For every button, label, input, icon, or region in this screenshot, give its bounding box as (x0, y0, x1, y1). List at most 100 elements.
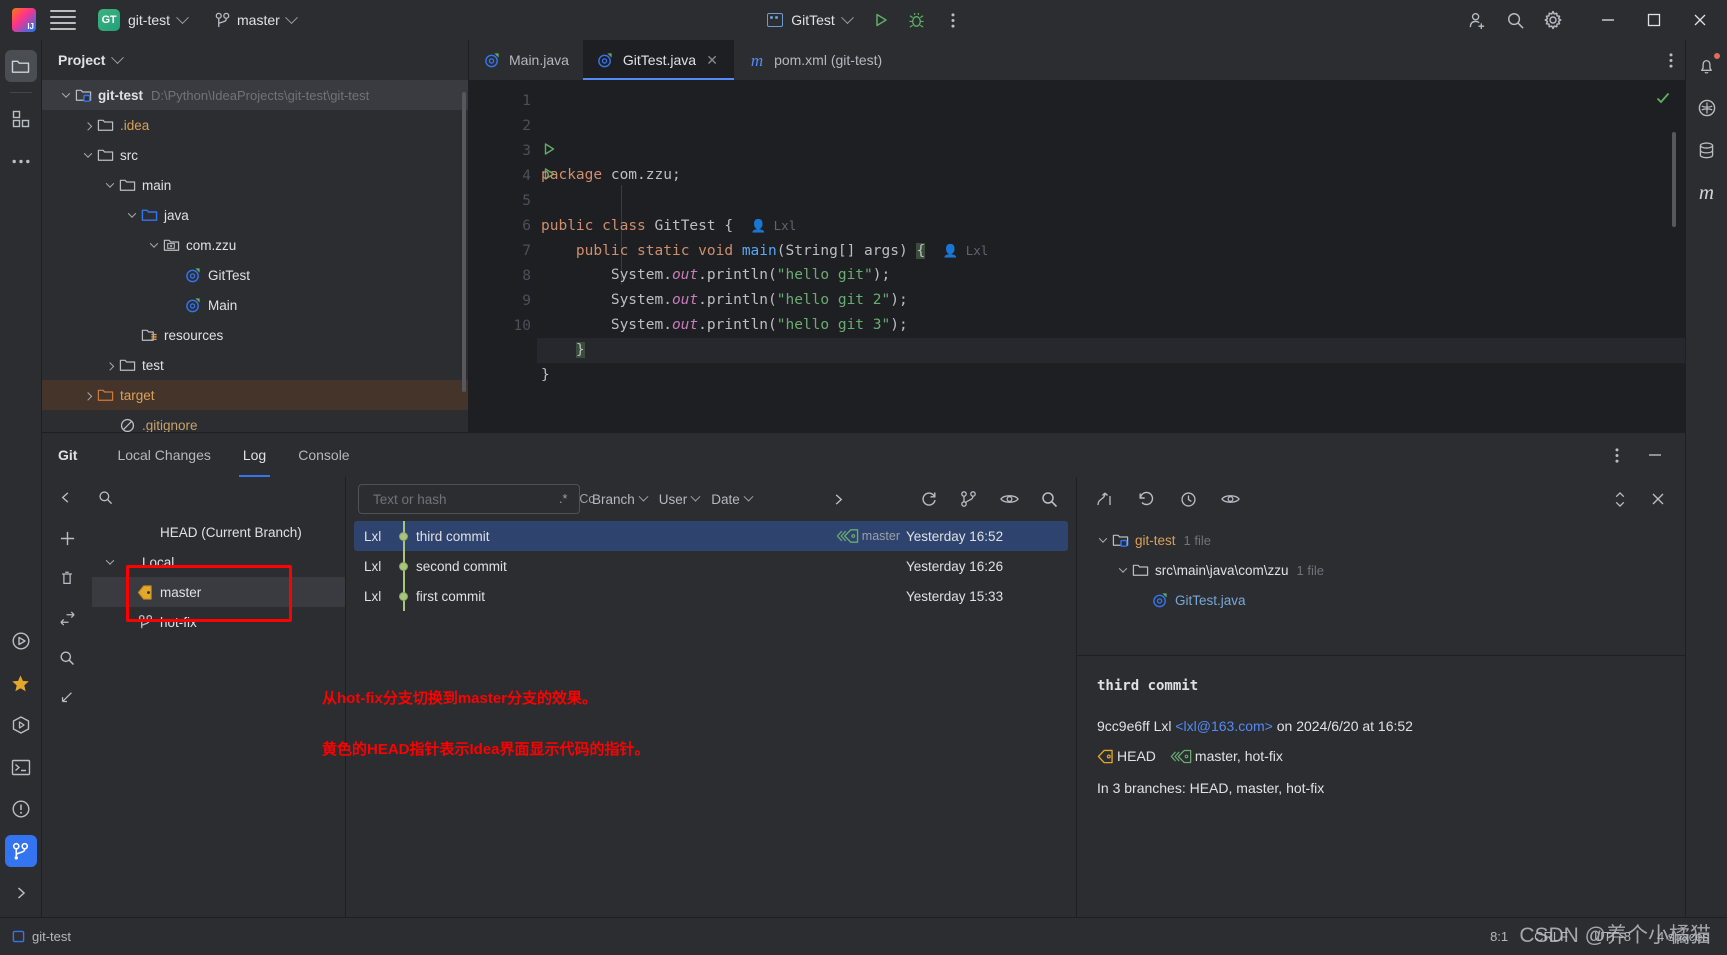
commit-hash[interactable]: 9cc9e6ff (1097, 718, 1150, 734)
commit-branches-text[interactable]: In 3 branches: HEAD, master, hot-fix (1097, 780, 1665, 796)
project-scrollbar[interactable] (462, 92, 466, 392)
filter-date[interactable]: Date (711, 491, 754, 507)
filter-user[interactable]: User (659, 491, 701, 507)
chevron-down-icon[interactable] (1095, 532, 1111, 548)
group-by-directory-button[interactable] (1091, 486, 1117, 512)
project-tree-row[interactable]: test (42, 350, 468, 380)
expand-all-button[interactable] (1607, 486, 1633, 512)
git-tab-log[interactable]: Log (227, 433, 282, 477)
run-button[interactable] (865, 4, 897, 36)
branch-tree[interactable]: HEAD (Current Branch) Local master hot-fi… (92, 517, 345, 917)
chevron-down-icon[interactable] (58, 87, 74, 103)
editor-code-content[interactable]: package com.zzu; public class GitTest { … (537, 80, 1685, 432)
close-details-button[interactable] (1645, 486, 1671, 512)
caret-position[interactable]: 8:1 (1490, 929, 1508, 944)
minimize-window-button[interactable] (1585, 0, 1631, 40)
log-search-input[interactable] (373, 491, 550, 507)
project-tree-row[interactable]: target (42, 380, 468, 410)
tool-window-structure[interactable] (5, 103, 37, 135)
close-window-button[interactable] (1677, 0, 1723, 40)
editor-scrollbar[interactable] (1672, 132, 1676, 227)
project-tree-row[interactable]: Main (42, 290, 468, 320)
changed-file-row[interactable]: src\main\java\com\zzu 1 file (1077, 555, 1685, 585)
branch-tree-row[interactable]: master (92, 577, 345, 607)
run-configuration-selector[interactable]: GitTest (758, 8, 861, 32)
regex-toggle[interactable]: .* (556, 492, 570, 506)
git-tab-local-changes[interactable]: Local Changes (101, 433, 226, 477)
line-number[interactable]: 8 (469, 263, 537, 288)
project-tree-row[interactable]: git-test D:\Python\IdeaProjects\git-test\… (42, 80, 468, 110)
tool-window-git[interactable] (4, 835, 37, 867)
line-number[interactable]: 2 (469, 113, 537, 138)
status-project-label[interactable]: git-test (32, 929, 71, 944)
editor-tab[interactable]: Main.java (469, 40, 583, 80)
project-tree-row[interactable]: .idea (42, 110, 468, 140)
collapse-branches-button[interactable] (50, 484, 80, 510)
notifications-button[interactable] (1691, 50, 1723, 82)
settings-button[interactable] (1537, 4, 1569, 36)
editor-tab[interactable]: GitTest.java ✕ (582, 40, 735, 80)
preview-diff-button[interactable] (996, 486, 1022, 512)
line-number[interactable]: 1 (469, 88, 537, 113)
editor-gutter[interactable]: 1 2 3 4 5 6 7 8 9 10 (469, 80, 555, 432)
checkout-branch-button[interactable] (54, 605, 80, 631)
editor-tab[interactable]: m pom.xml (git-test) (734, 40, 896, 80)
line-number[interactable]: 7 (469, 238, 537, 263)
code-line[interactable]: public class GitTest { 👤 Lxl (537, 213, 1685, 238)
changed-file-row[interactable]: GitTest.java (1077, 585, 1685, 615)
project-widget[interactable]: GT git-test (90, 5, 195, 35)
commit-list[interactable]: Lxl third commit master Yesterday 16:52 Lxl… (354, 521, 1068, 611)
changed-files-tree[interactable]: git-test 1 file src\main\java\com\zzu 1 fil… (1077, 521, 1685, 651)
search-everywhere-button[interactable] (1499, 4, 1531, 36)
ai-assistant-button[interactable] (1691, 92, 1723, 124)
commit-row[interactable]: Lxl second commit Yesterday 16:26 (354, 551, 1068, 581)
chevron-down-icon[interactable] (102, 177, 118, 193)
delete-branch-button[interactable] (54, 565, 80, 591)
code-editor[interactable]: 1 2 3 4 5 6 7 8 9 10 package com.zzu; public cl… (469, 80, 1685, 432)
git-tab-console[interactable]: Console (282, 433, 365, 477)
chevron-down-icon[interactable] (146, 237, 162, 253)
chevron-right-icon[interactable] (80, 387, 96, 403)
filter-branch[interactable]: Branch (592, 491, 649, 507)
import-branch-button[interactable] (54, 685, 80, 711)
project-tree-row[interactable]: resources (42, 320, 468, 350)
code-line[interactable]: } (537, 338, 1685, 363)
preview-button[interactable] (1217, 486, 1243, 512)
code-line[interactable] (537, 188, 1685, 213)
tool-window-project[interactable] (4, 50, 37, 82)
log-search-box[interactable]: .* Cc (358, 484, 595, 514)
code-line[interactable]: public static void main(String[] args) {… (537, 238, 1685, 263)
project-tree-row[interactable]: GitTest (42, 260, 468, 290)
expand-filters-button[interactable] (826, 486, 852, 512)
close-tab-button[interactable]: ✕ (704, 52, 720, 68)
expand-rail-button[interactable] (5, 877, 37, 909)
more-tool-windows-button[interactable] (5, 145, 37, 177)
tool-window-terminal[interactable] (5, 751, 37, 783)
commit-row[interactable]: Lxl first commit Yesterday 15:33 (354, 581, 1068, 611)
chevron-down-icon[interactable] (124, 207, 140, 223)
tool-window-bookmarks[interactable] (5, 667, 37, 699)
chevron-right-icon[interactable] (102, 357, 118, 373)
chevron-down-icon[interactable] (111, 50, 125, 64)
changed-file-row[interactable]: git-test 1 file (1077, 525, 1685, 555)
line-number[interactable]: 9 (469, 288, 537, 313)
branch-tree-row[interactable]: hot-fix (92, 607, 345, 637)
history-button[interactable] (1175, 486, 1201, 512)
tool-window-run[interactable] (5, 625, 37, 657)
revert-button[interactable] (1133, 486, 1159, 512)
branch-search-button[interactable] (90, 484, 120, 510)
find-in-log-button[interactable] (1036, 486, 1062, 512)
line-number[interactable]: 10 (469, 313, 537, 338)
line-number[interactable]: 6 (469, 213, 537, 238)
editor-options-button[interactable] (1669, 40, 1685, 80)
branch-tree-row[interactable]: Local (92, 547, 345, 577)
refresh-log-button[interactable] (916, 486, 942, 512)
main-menu-button[interactable] (50, 9, 76, 31)
project-tree-row[interactable]: main (42, 170, 468, 200)
code-line[interactable]: System.out.println("hello git 2"); (537, 288, 1685, 313)
chevron-down-icon[interactable] (1115, 562, 1131, 578)
commit-row[interactable]: Lxl third commit master Yesterday 16:52 (354, 521, 1068, 551)
chevron-right-icon[interactable] (80, 117, 96, 133)
show-branches-button[interactable] (956, 486, 982, 512)
chevron-down-icon[interactable] (80, 147, 96, 163)
